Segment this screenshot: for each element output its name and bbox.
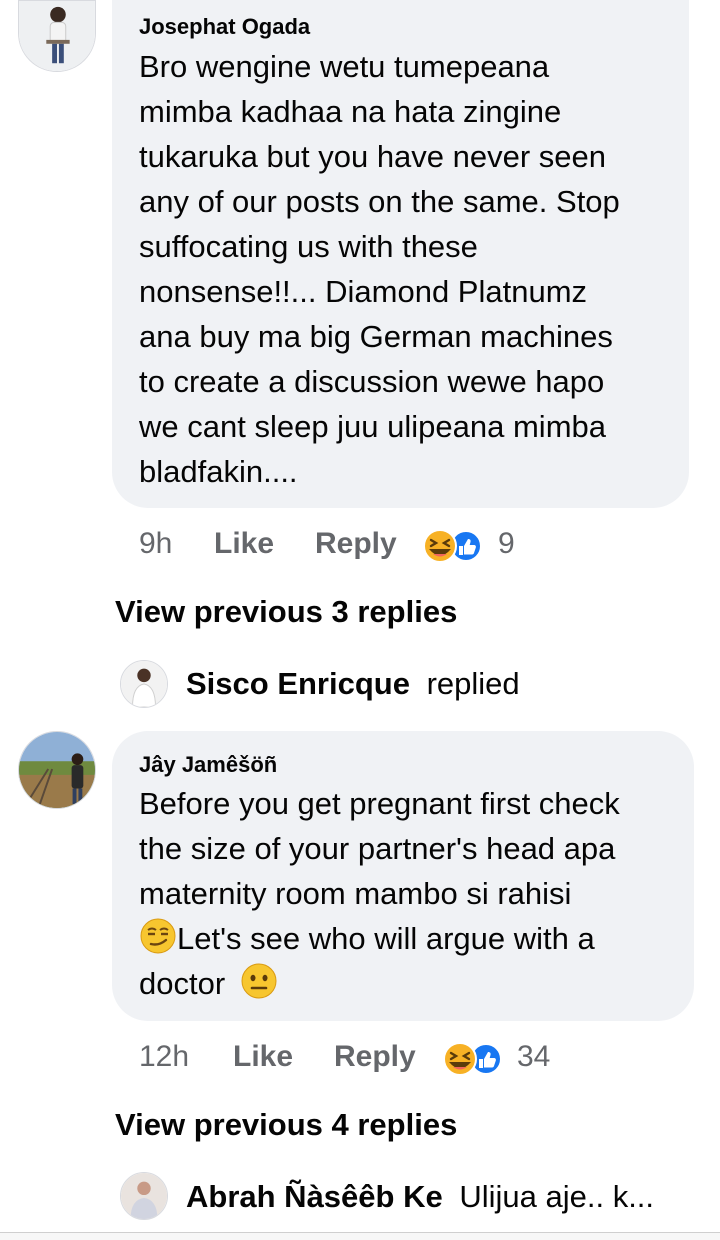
latest-reply-summary[interactable]: Abrah Ñàsêêb Ke Ulijua aje.. k... xyxy=(186,1179,654,1215)
replier-name[interactable]: Abrah Ñàsêêb Ke xyxy=(186,1179,443,1214)
like-button[interactable]: Like xyxy=(214,527,274,561)
comment-line: suffocating us with these xyxy=(139,229,478,264)
comment-line: bladfakin.... xyxy=(139,454,298,489)
comment-author[interactable]: Josephat Ogada xyxy=(139,14,310,40)
bottom-divider xyxy=(0,1232,720,1240)
commenter-avatar[interactable] xyxy=(18,0,96,72)
comment-line-text: Let's see who will argue with a xyxy=(177,921,595,956)
comment-line: we cant sleep juu ulipeana mimba xyxy=(139,409,606,444)
comment-line: to create a discussion wewe hapo xyxy=(139,364,605,399)
neutral-face-emoji-icon xyxy=(240,962,278,1000)
reply-button[interactable]: Reply xyxy=(315,527,397,561)
comment-line: nonsense!!... Diamond Platnumz xyxy=(139,274,588,309)
replied-label: replied xyxy=(426,666,520,701)
smirk-emoji-icon xyxy=(139,917,177,955)
comment-line: Before you get pregnant first check xyxy=(139,786,620,821)
comment-line: maternity room mambo si rahisi xyxy=(139,876,572,911)
comment-line-text: doctor xyxy=(139,966,226,1001)
comment-line: any of our posts on the same. Stop xyxy=(139,184,620,219)
comment-line-with-emoji: Let's see who will argue with a xyxy=(139,916,620,961)
reactions-summary[interactable] xyxy=(440,1039,504,1079)
comment-text: Bro wengine wetu tumepeana mimba kadhaa … xyxy=(139,44,620,494)
comment-timestamp: 9h xyxy=(139,527,173,560)
comment-line: Bro wengine wetu tumepeana xyxy=(139,49,550,84)
reply-preview-text: Ulijua aje.. k... xyxy=(459,1179,655,1214)
reactions-summary[interactable] xyxy=(420,526,484,566)
haha-icon xyxy=(443,1042,477,1076)
comment-line: ana buy ma big German machines xyxy=(139,319,613,354)
comment-line-with-emoji: doctor xyxy=(139,961,620,1006)
comment-timestamp: 12h xyxy=(139,1040,190,1073)
comment-line: mimba kadhaa na hata zingine xyxy=(139,94,562,129)
reaction-count[interactable]: 9 xyxy=(498,527,515,561)
replier-avatar[interactable] xyxy=(120,660,168,708)
like-button[interactable]: Like xyxy=(233,1040,293,1074)
comment-text: Before you get pregnant first check the … xyxy=(139,781,620,1006)
haha-icon xyxy=(423,529,457,563)
comment-line: tukaruka but you have never seen xyxy=(139,139,607,174)
replier-name[interactable]: Sisco Enricque xyxy=(186,666,410,701)
replier-avatar[interactable] xyxy=(120,1172,168,1220)
reply-button[interactable]: Reply xyxy=(334,1040,416,1074)
comment-author[interactable]: Jây Jamêšöñ xyxy=(139,752,277,778)
view-previous-replies-link[interactable]: View previous 4 replies xyxy=(115,1107,457,1143)
reaction-count[interactable]: 34 xyxy=(517,1040,550,1074)
latest-reply-summary[interactable]: Sisco Enricque replied xyxy=(186,666,520,702)
view-previous-replies-link[interactable]: View previous 3 replies xyxy=(115,594,457,630)
commenter-avatar[interactable] xyxy=(18,731,96,809)
comment-line: the size of your partner's head apa xyxy=(139,831,616,866)
